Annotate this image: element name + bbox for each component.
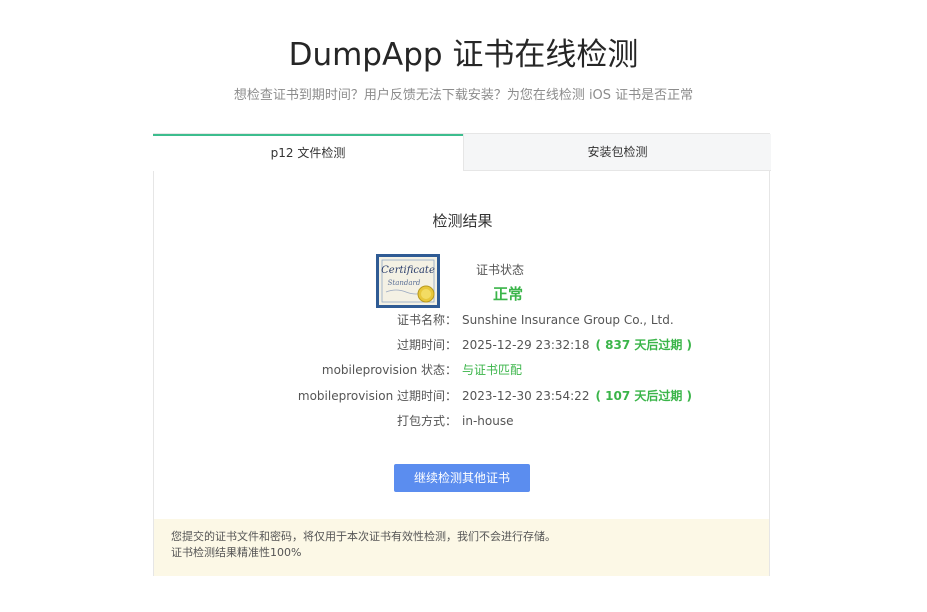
tab-install-package[interactable]: 安装包检测 [463,134,771,171]
row-label: 证书名称： [396,313,457,327]
row-mobileprovision-expire: mobileprovision 过期时间： 2023-12-30 23:54:2… [154,386,771,406]
row-label: mobileprovision 过期时间： [297,389,457,403]
check-card: p12 文件检测 安装包检测 检测结果 Certificate Standard… [153,133,771,576]
row-value: 2023-12-30 23:54:22 [462,389,590,403]
row-mobileprovision-status: mobileprovision 状态： 与证书匹配 [154,360,771,380]
row-value: 与证书匹配 [462,363,523,377]
notice-line-1: 您提交的证书文件和密码，将仅用于本次证书有效性检测，我们不会进行存储。 [171,530,556,543]
certificate-icon: Certificate Standard [376,254,440,308]
row-value: 2025-12-29 23:32:18 [462,338,590,352]
continue-check-button[interactable]: 继续检测其他证书 [394,464,530,492]
row-value: in-house [462,414,514,428]
row-label: 打包方式： [396,414,457,428]
result-title: 检测结果 [432,212,493,230]
certificate-icon-title: Certificate [381,265,435,276]
page-title: DumpApp 证书在线检测 [288,37,639,73]
certificate-status-value: 正常 [493,285,524,303]
notice-line-2: 证书检测结果精准性100% [171,546,302,559]
row-expire-time: 过期时间： 2025-12-29 23:32:18 ( 837 天后过期 ) [154,335,771,355]
certificate-icon-subtitle: Standard [388,279,421,287]
expire-countdown: ( 107 天后过期 ) [595,389,693,403]
row-value: Sunshine Insurance Group Co., Ltd. [462,313,674,327]
row-package-method: 打包方式： in-house [154,411,771,431]
tab-bar: p12 文件检测 安装包检测 [153,134,771,171]
tab-p12-file[interactable]: p12 文件检测 [153,134,463,171]
privacy-notice: 您提交的证书文件和密码，将仅用于本次证书有效性检测，我们不会进行存储。 证书检测… [154,519,769,576]
expire-countdown: ( 837 天后过期 ) [595,338,693,352]
row-certificate-name: 证书名称： Sunshine Insurance Group Co., Ltd. [154,310,771,330]
row-label: 过期时间： [396,338,457,352]
page-subtitle: 想检查证书到期时间？用户反馈无法下载安装？为您在线检测 iOS 证书是否正常 [233,88,694,103]
row-label: mobileprovision 状态： [321,363,457,377]
certificate-status-label: 证书状态 [476,263,525,277]
